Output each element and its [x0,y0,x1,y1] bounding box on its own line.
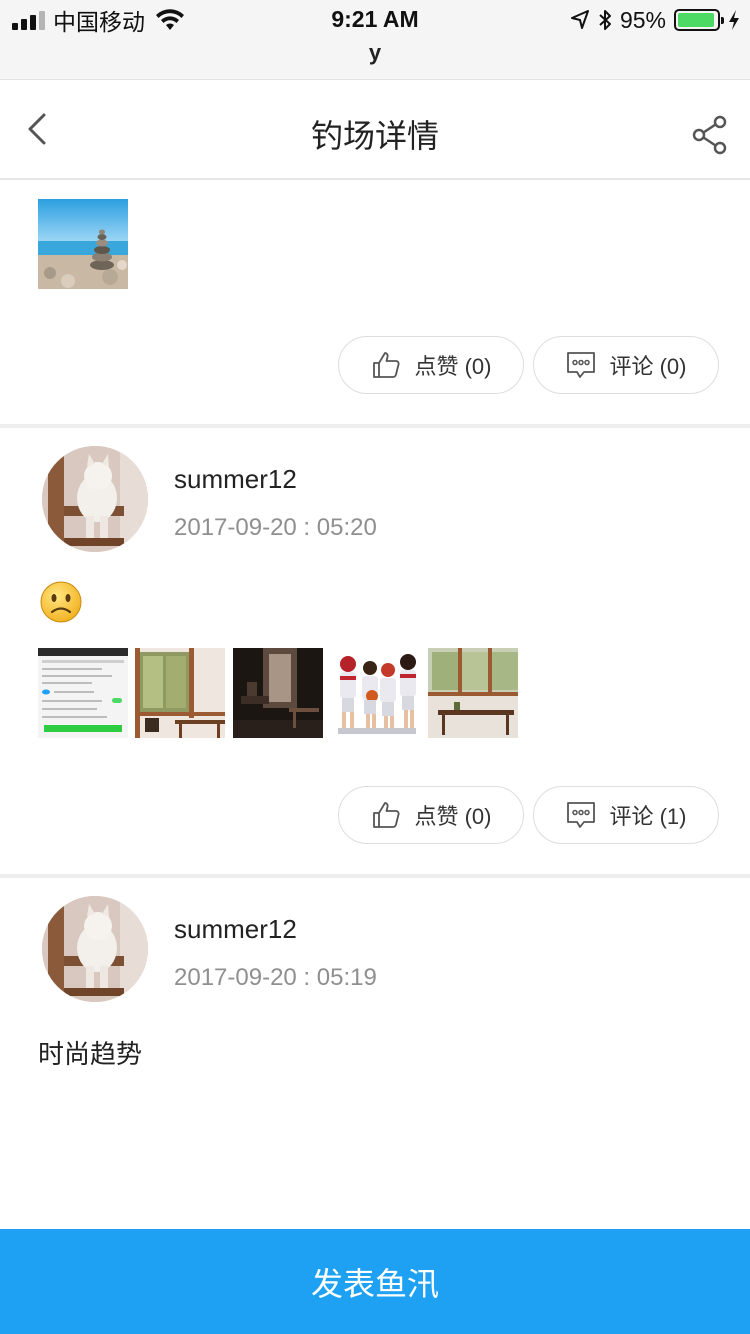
thumbs-up-icon [373,802,401,828]
username[interactable]: summer12 [174,464,297,495]
status-bar: 中国移动 9:21 AM 95% y [0,0,750,80]
comment-button[interactable]: 评论 (0) [533,336,719,394]
like-button[interactable]: 点赞 (0) [338,336,524,394]
comment-bubble-icon [567,352,596,378]
location-arrow-icon [570,10,589,29]
thumbs-up-icon [373,352,401,378]
post-image-dark-room[interactable] [233,648,323,738]
post-text: 时尚趋势 [38,1039,143,1069]
bluetooth-icon [599,10,611,30]
battery-percent: 95% [619,6,666,33]
status-subtext: y [368,40,382,65]
avatar[interactable] [42,446,148,552]
publish-label: 发表鱼汛 [310,1265,439,1302]
post-timestamp: 2017-09-20 : 05:20 [174,514,377,541]
like-button[interactable]: 点赞 (0) [338,786,524,844]
post-card: summer12 2017-09-20 : 05:20 点赞 (0) 评论 (1… [0,428,750,874]
comment-bubble-icon [567,802,596,828]
nav-bar: 钓场详情 [0,81,750,180]
battery-icon [674,9,724,31]
post-image-wood-room[interactable] [135,648,225,738]
post-card: summer12 2017-09-20 : 05:19 时尚趋势 [0,878,750,1229]
like-label: 点赞 (0) [414,804,492,829]
share-icon[interactable] [690,115,730,155]
post-image-basketball-players[interactable] [330,648,420,738]
charging-bolt-icon [729,10,739,30]
comment-label: 评论 (1) [609,804,687,829]
post-image-app-screenshot[interactable] [38,648,128,738]
comment-button[interactable]: 评论 (1) [533,786,719,844]
post-image-beach[interactable] [38,199,128,289]
page-title: 钓场详情 [310,118,439,154]
publish-button[interactable]: 发表鱼汛 [0,1229,750,1334]
frown-emoji-icon [40,581,82,623]
username[interactable]: summer12 [174,914,297,945]
post-image-window-table[interactable] [428,648,518,738]
like-label: 点赞 (0) [414,354,492,379]
comment-label: 评论 (0) [609,354,687,379]
post-card-top: 点赞 (0) 评论 (0) [0,182,750,424]
post-timestamp: 2017-09-20 : 05:19 [174,964,377,991]
avatar[interactable] [42,896,148,1002]
